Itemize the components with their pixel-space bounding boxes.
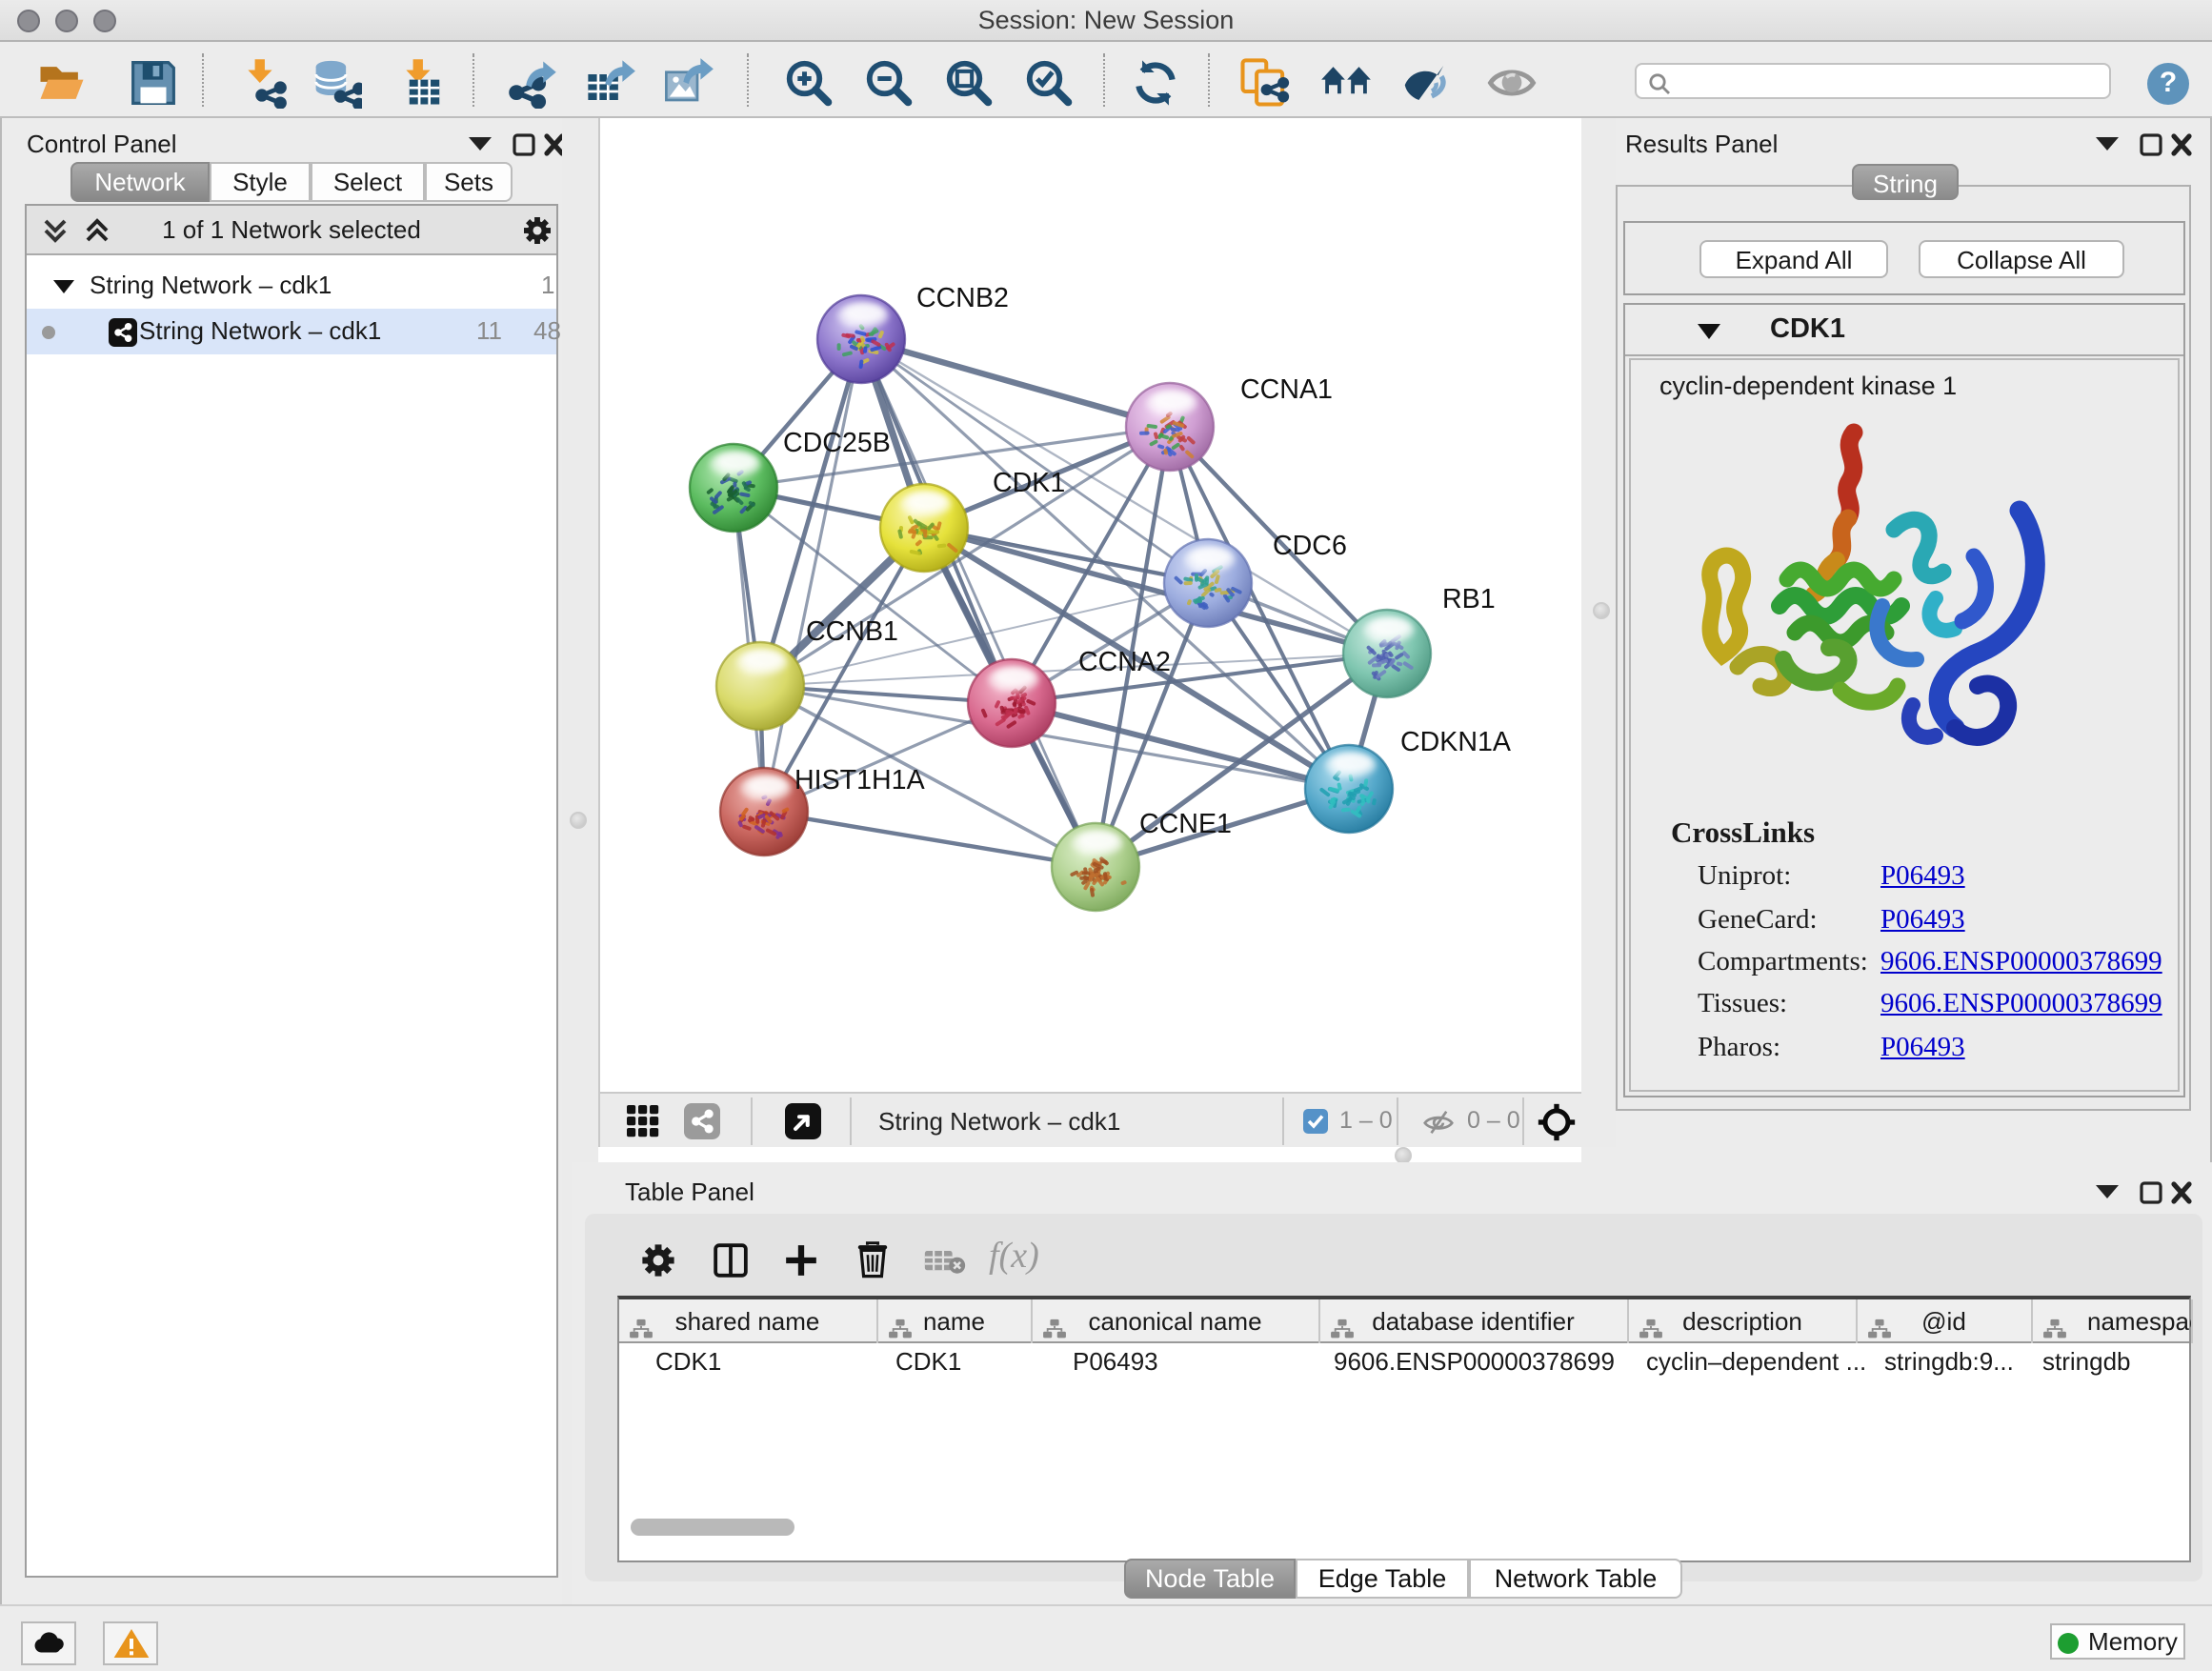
svg-text:CCNA1: CCNA1 bbox=[1240, 374, 1333, 405]
svg-text:CDC25B: CDC25B bbox=[783, 428, 891, 458]
svg-text:HIST1H1A: HIST1H1A bbox=[794, 765, 926, 795]
svg-text:CCNE1: CCNE1 bbox=[1139, 809, 1232, 839]
svg-text:CDK1: CDK1 bbox=[993, 468, 1065, 498]
svg-text:RB1: RB1 bbox=[1442, 584, 1496, 614]
svg-text:CDKN1A: CDKN1A bbox=[1400, 727, 1512, 757]
svg-text:CDC6: CDC6 bbox=[1273, 531, 1347, 561]
svg-text:CCNB1: CCNB1 bbox=[806, 616, 898, 647]
svg-text:CCNB2: CCNB2 bbox=[916, 283, 1009, 313]
svg-text:CCNA2: CCNA2 bbox=[1078, 647, 1171, 677]
